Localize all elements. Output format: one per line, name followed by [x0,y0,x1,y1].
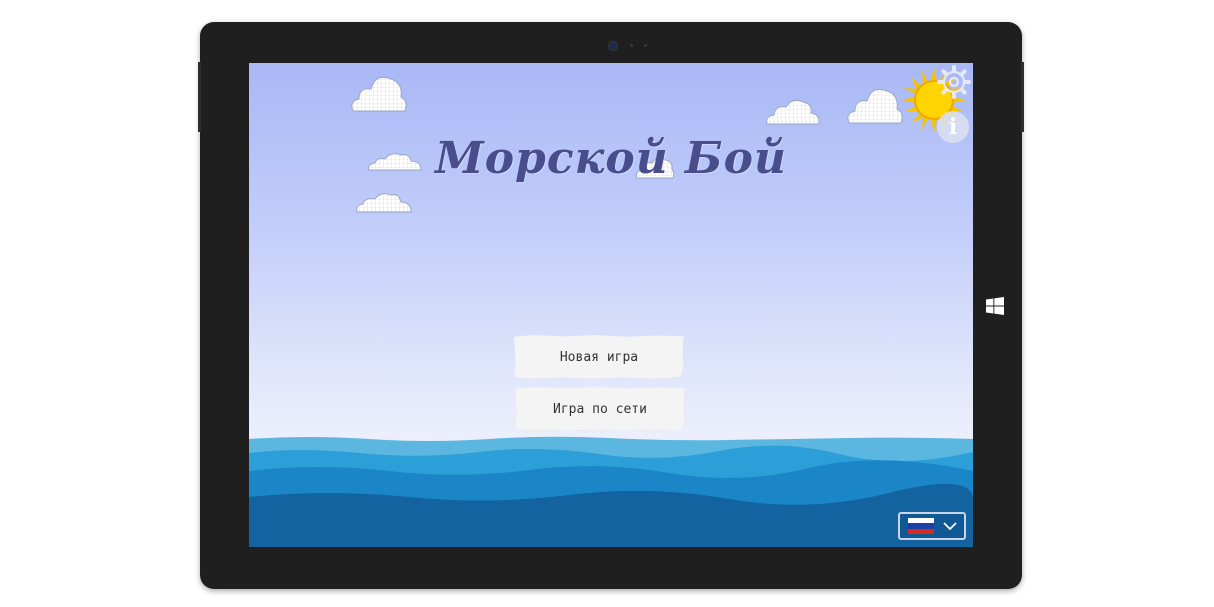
cloud [351,76,407,112]
front-camera [608,41,618,51]
windows-logo-icon[interactable] [986,297,1004,315]
tablet-device: Морской Бой i Новая игра Игра по сети [198,22,1024,589]
sea-waves [249,436,973,547]
sensor-dot [644,44,647,47]
game-title: Морской Бой [435,133,787,184]
new-game-button[interactable]: Новая игра [514,335,684,379]
cloud [766,99,820,125]
sensor-dot [630,44,633,47]
russia-flag-icon [908,518,934,534]
right-edge-button [1021,62,1024,132]
cloud [356,193,412,213]
language-selector[interactable] [898,512,966,540]
game-screen: Морской Бой i Новая игра Игра по сети [249,63,973,547]
gear-icon[interactable] [937,65,971,99]
left-edge-button [198,62,201,132]
chevron-down-icon [943,522,957,531]
network-game-button[interactable]: Игра по сети [515,387,685,431]
info-icon[interactable]: i [937,111,969,143]
cloud [847,88,903,124]
